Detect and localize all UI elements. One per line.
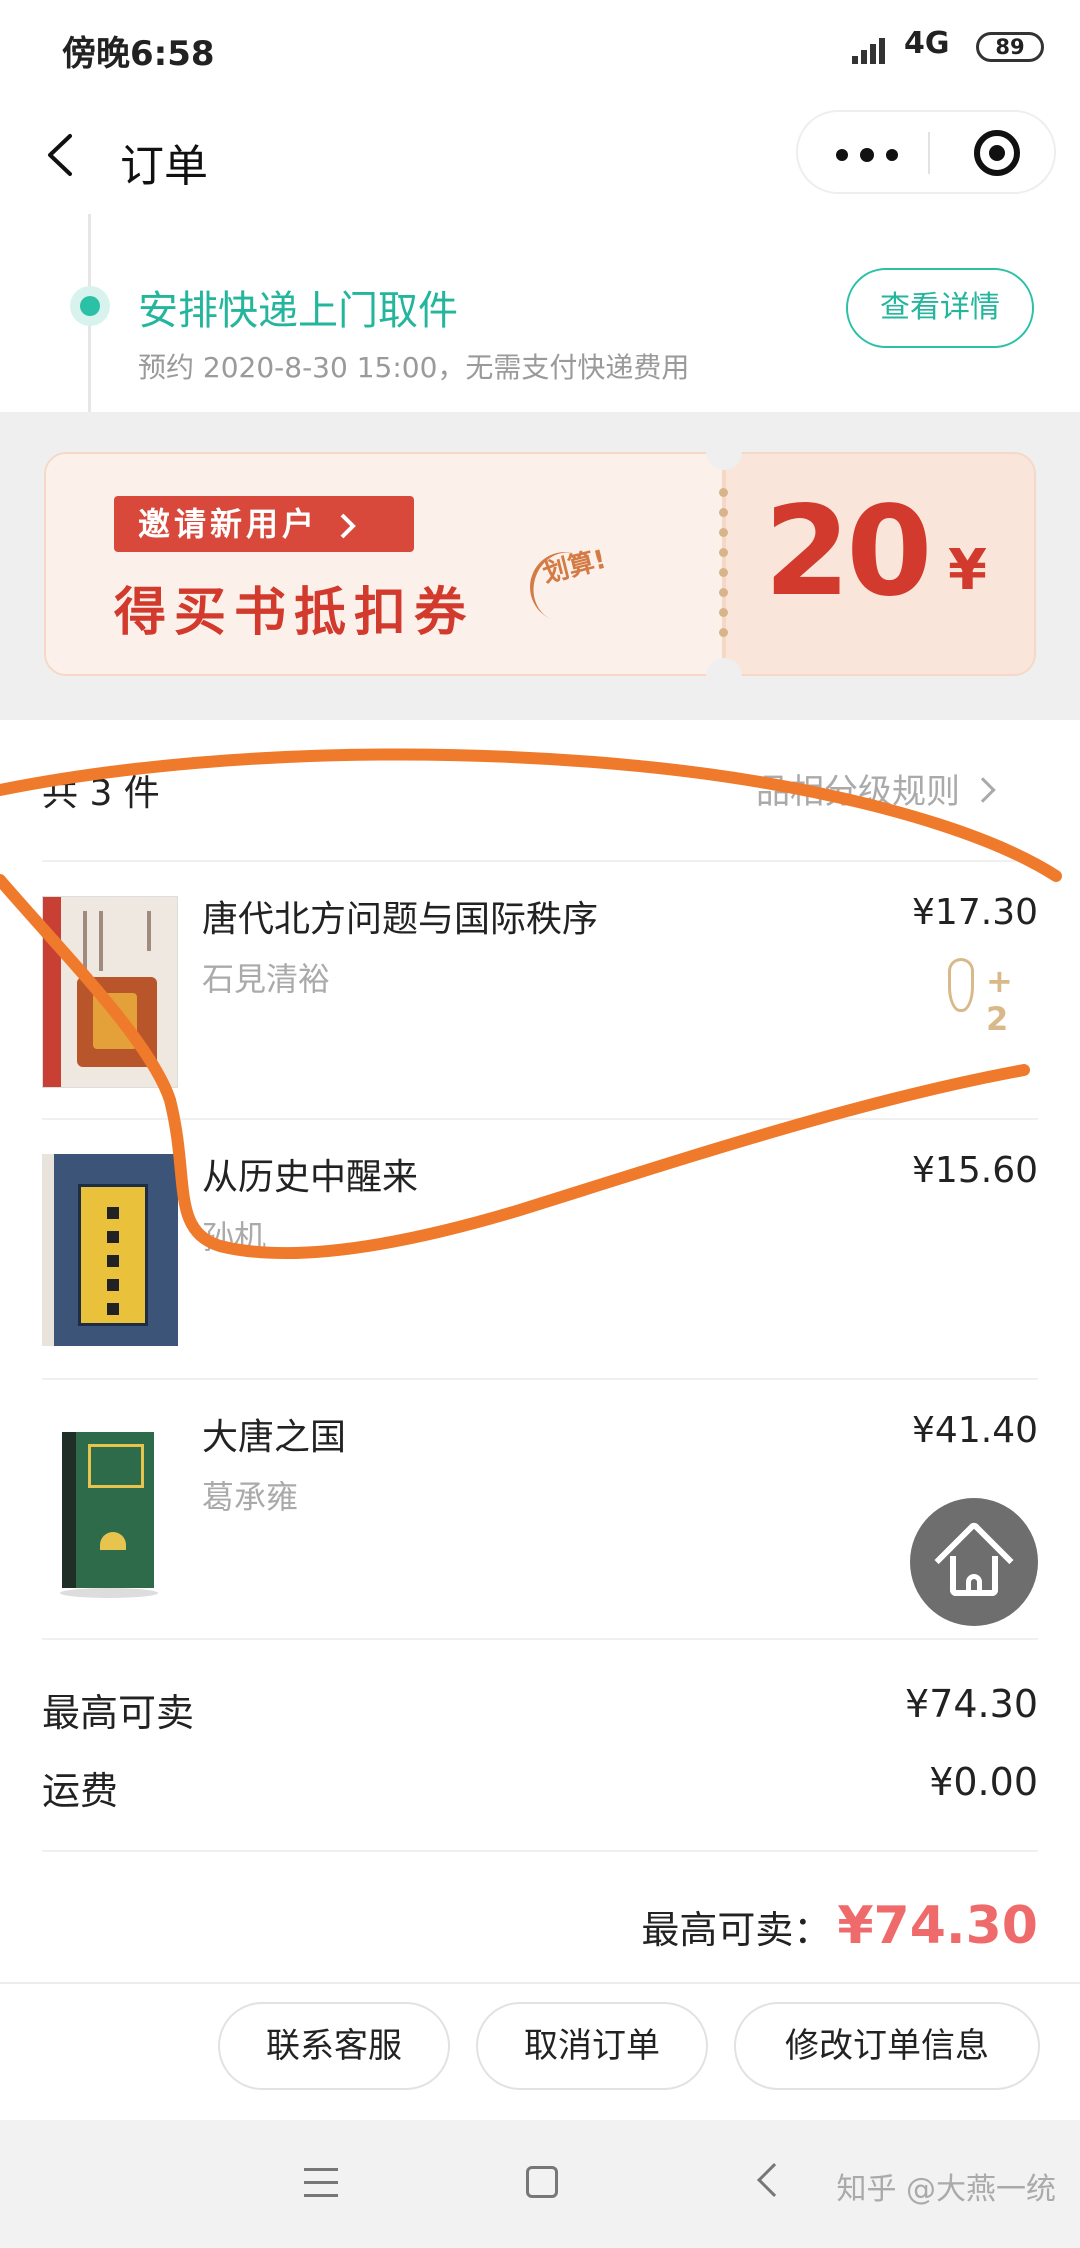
invite-new-user-label: 邀请新用户	[114, 496, 414, 552]
coupon-currency: ¥	[948, 538, 987, 603]
contact-service-button[interactable]: 联系客服	[218, 2002, 450, 2090]
book-price: ¥17.30	[912, 892, 1038, 933]
chevron-right-icon	[340, 513, 356, 539]
system-nav-bar: 知乎 @大燕一统	[0, 2120, 1080, 2248]
list-item[interactable]: 大唐之国 葛承雍 ¥41.40	[0, 1378, 1080, 1636]
edit-order-button[interactable]: 修改订单信息	[734, 2002, 1040, 2090]
status-time: 傍晚6:58	[62, 34, 215, 74]
max-sell-label: 最高可卖	[42, 1691, 195, 1735]
back-icon[interactable]	[40, 130, 90, 180]
book-title: 唐代北方问题与国际秩序	[202, 899, 599, 940]
menu-icon[interactable]	[304, 2168, 338, 2198]
shipping-status: 安排快递上门取件 预约 2020-8-30 15:00，无需支付快递费用 查看详…	[0, 214, 1080, 412]
more-icon[interactable]	[836, 112, 906, 192]
condition-rules-link[interactable]: 品相分级规则	[756, 764, 996, 813]
chevron-right-icon	[970, 776, 996, 803]
action-bar: 联系客服 取消订单 修改订单信息	[0, 1982, 1080, 2120]
home-icon-door	[966, 1574, 982, 1596]
max-sell-row: 最高可卖 ¥74.30	[0, 1672, 1080, 1742]
coupon-amount: 20	[764, 480, 933, 624]
coupon-notch-bottom	[706, 658, 742, 694]
watermark: 知乎 @大燕一统	[836, 2172, 1056, 2207]
book-price: ¥15.60	[912, 1150, 1038, 1191]
bonus-badge: + 2	[948, 958, 1040, 1038]
home-button[interactable]	[910, 1498, 1038, 1626]
bargain-stamp: 划算!	[520, 532, 634, 642]
network-type: 4G	[904, 26, 950, 61]
list-item[interactable]: 唐代北方问题与国际秩序 石見清裕 ¥17.30 + 2	[0, 860, 1080, 1118]
bonus-value: + 2	[986, 962, 1013, 1038]
coupon-perforation	[704, 488, 744, 640]
shipping-fee-label: 运费	[42, 1769, 119, 1813]
shipping-title: 安排快递上门取件	[138, 288, 458, 334]
total-summary: 最高可卖： ¥74.30	[641, 1896, 1038, 1956]
page-title: 订单	[120, 141, 208, 192]
book-author: 葛承雍	[202, 1478, 299, 1516]
book-cover-image	[42, 1154, 178, 1346]
cancel-order-button[interactable]: 取消订单	[476, 2002, 708, 2090]
total-label: 最高可卖：	[641, 1908, 832, 1952]
book-author: 孙机	[202, 1218, 267, 1256]
close-miniapp-icon[interactable]	[974, 130, 1020, 176]
condition-rules-text: 品相分级规则	[756, 772, 960, 812]
invite-coupon-banner[interactable]: 邀请新用户 得买书抵扣券 划算! 20 ¥	[44, 434, 1036, 694]
shipping-fee-value: ¥0.00	[929, 1760, 1038, 1804]
capsule-divider	[928, 132, 930, 174]
invite-label-text: 邀请新用户	[138, 505, 319, 543]
book-price: ¥41.40	[912, 1410, 1038, 1451]
shipping-subtitle: 预约 2020-8-30 15:00，无需支付快递费用	[138, 351, 690, 384]
book-title: 从历史中醒来	[202, 1157, 419, 1198]
view-detail-button[interactable]: 查看详情	[846, 268, 1034, 348]
book-author: 石見清裕	[202, 960, 331, 998]
list-item[interactable]: 从历史中醒来 孙机 ¥15.60	[0, 1118, 1080, 1376]
total-value: ¥74.30	[837, 1896, 1038, 1956]
divider	[42, 1638, 1038, 1640]
home-square-icon[interactable]	[526, 2166, 558, 2198]
max-sell-value: ¥74.30	[905, 1682, 1038, 1726]
shipping-fee-row: 运费 ¥0.00	[0, 1750, 1080, 1820]
book-title: 大唐之国	[202, 1417, 347, 1458]
book-cover-image	[42, 1414, 178, 1606]
item-count: 共 3 件	[42, 773, 160, 814]
items-header: 共 3 件 品相分级规则	[0, 736, 1080, 860]
battery-icon: 89	[976, 32, 1044, 62]
nav-bar: 订单	[0, 96, 1080, 214]
coupon-headline: 得买书抵扣券	[114, 582, 475, 643]
book-cover-image	[42, 896, 178, 1088]
timeline-dot-center	[80, 296, 100, 316]
promo-banner-area: 邀请新用户 得买书抵扣券 划算! 20 ¥	[0, 412, 1080, 720]
divider	[42, 1850, 1038, 1852]
coupon-notch-top	[706, 434, 742, 470]
system-back-icon[interactable]	[757, 2163, 791, 2197]
signal-icon	[852, 34, 892, 64]
status-bar: 傍晚6:58 4G 89	[0, 0, 1080, 96]
miniapp-capsule	[796, 110, 1056, 194]
fish-icon	[948, 958, 974, 1012]
